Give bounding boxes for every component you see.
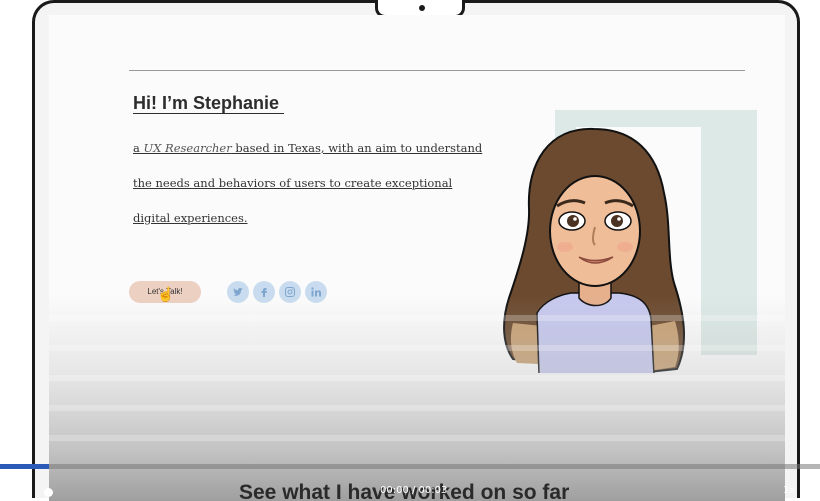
scanline [49,315,785,321]
header-divider [129,70,745,71]
laptop-frame: Hi! I’m Stephanie a UX Researcher based … [32,0,800,501]
playback-speed[interactable]: 1x [783,485,795,496]
scanline [49,345,785,351]
intro-prefix: a [133,141,144,155]
video-controls: 00:00 / 00:03 1x [0,462,820,498]
progress-fill [0,464,50,469]
scanline [49,435,785,441]
scrubber-handle[interactable] [44,488,53,497]
scanline [49,375,785,381]
portfolio-screen: Hi! I’m Stephanie a UX Researcher based … [49,15,785,501]
camera-icon [419,5,425,11]
progress-track[interactable] [0,464,820,469]
hero-title: Hi! I’m Stephanie [133,93,285,113]
hero-intro: a UX Researcher based in Texas, with an … [133,131,483,236]
scanline [49,405,785,411]
playback-time: 00:00 / 00:03 [380,485,448,496]
intro-role: UX Researcher [143,141,232,155]
